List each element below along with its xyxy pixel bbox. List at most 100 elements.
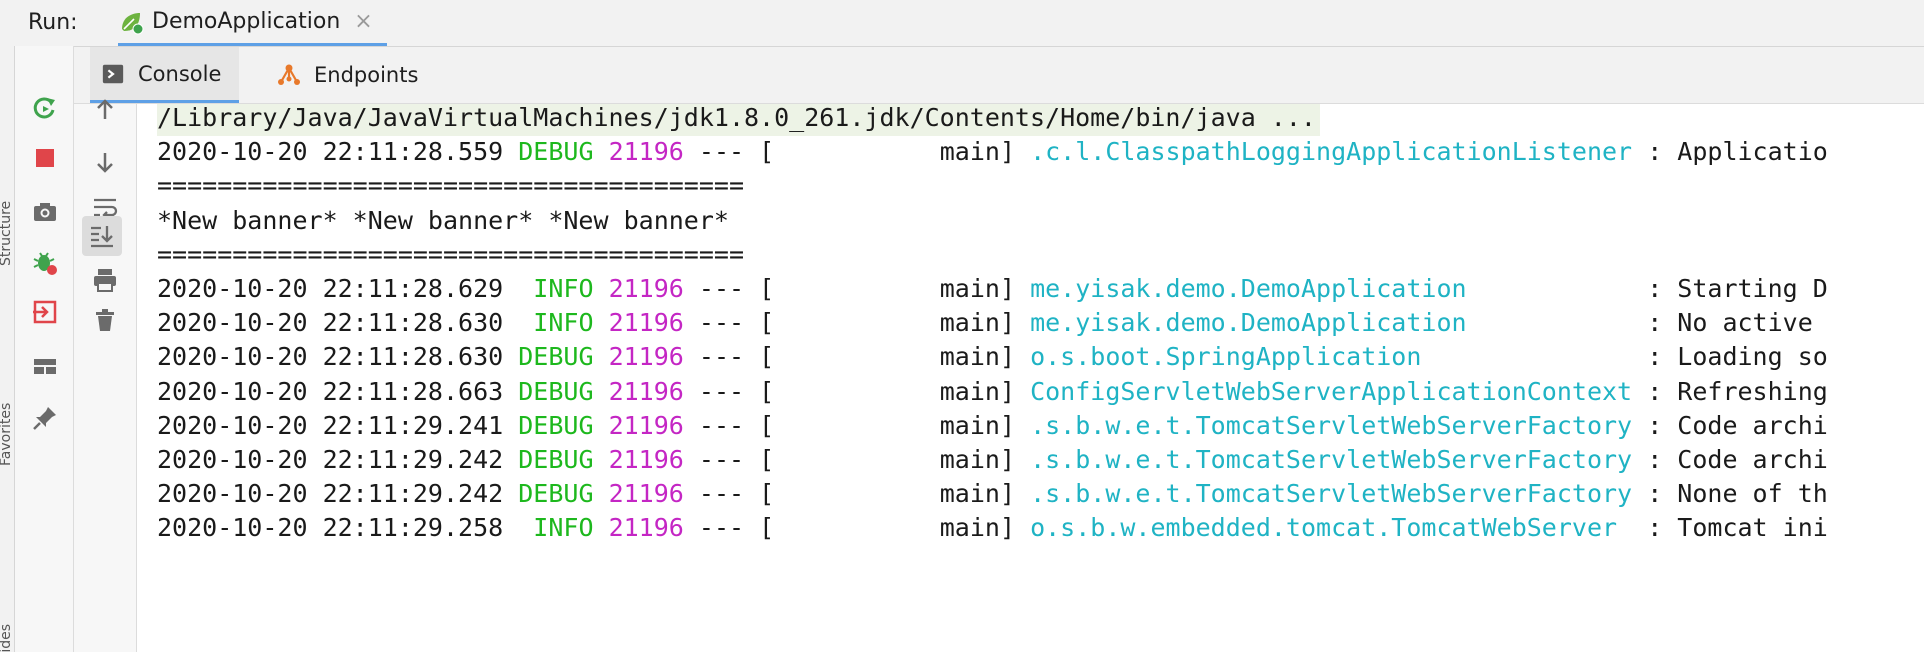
endpoints-icon bbox=[276, 62, 302, 88]
run-configuration-tab[interactable]: DemoApplication × bbox=[118, 0, 387, 46]
trash-icon[interactable] bbox=[89, 304, 121, 336]
log-separator: --- bbox=[698, 445, 745, 474]
log-logger: .c.l.ClasspathLoggingApplicationListener bbox=[1030, 137, 1633, 167]
banner-line: *New banner* *New banner* *New banner* bbox=[157, 205, 729, 235]
tab-endpoints[interactable]: Endpoints bbox=[266, 47, 428, 103]
print-icon[interactable] bbox=[89, 264, 121, 296]
up-arrow-icon[interactable] bbox=[89, 94, 121, 126]
log-timestamp: 2020-10-20 22:11:28.559 bbox=[157, 137, 504, 167]
log-line: 2020-10-20 22:11:29.242 DEBUG 21196 --- … bbox=[157, 476, 1828, 512]
log-line: 2020-10-20 22:11:28.630 INFO 21196 --- [… bbox=[157, 305, 1813, 341]
log-pid: 21196 bbox=[608, 342, 684, 372]
log-line: 2020-10-20 22:11:28.630 DEBUG 21196 --- … bbox=[157, 339, 1828, 375]
tab-endpoints-label: Endpoints bbox=[314, 63, 419, 87]
side-tool-strip: Structure Favorites ...ides bbox=[0, 46, 15, 652]
log-thread: [ main] bbox=[759, 308, 1015, 338]
log-message: : Loading so bbox=[1647, 342, 1828, 372]
log-logger: ConfigServletWebServerApplicationContext bbox=[1030, 376, 1633, 406]
log-line: 2020-10-20 22:11:28.629 INFO 21196 --- [… bbox=[157, 271, 1828, 307]
log-level: DEBUG bbox=[518, 342, 594, 372]
log-timestamp: 2020-10-20 22:11:29.258 bbox=[157, 513, 504, 543]
favorites-tool-label[interactable]: Favorites bbox=[0, 346, 14, 466]
log-level: INFO bbox=[518, 308, 594, 338]
close-icon[interactable]: × bbox=[354, 9, 372, 34]
log-level: DEBUG bbox=[518, 479, 594, 509]
log-line: 2020-10-20 22:11:28.663 DEBUG 21196 --- … bbox=[157, 374, 1828, 410]
log-line: 2020-10-20 22:11:29.258 INFO 21196 --- [… bbox=[157, 510, 1828, 546]
run-label: Run: bbox=[28, 10, 78, 35]
log-logger: .s.b.w.e.t.TomcatServletWebServerFactory bbox=[1030, 445, 1633, 474]
down-arrow-icon[interactable] bbox=[89, 146, 121, 178]
log-separator: --- bbox=[698, 410, 745, 440]
log-message: : Code archi bbox=[1647, 410, 1828, 440]
log-logger: .s.b.w.e.t.TomcatServletWebServerFactory bbox=[1030, 410, 1633, 440]
log-pid: 21196 bbox=[608, 513, 684, 543]
log-pid: 21196 bbox=[608, 137, 684, 167]
spring-boot-icon bbox=[118, 9, 144, 35]
scroll-to-end-icon[interactable] bbox=[82, 216, 122, 256]
log-timestamp: 2020-10-20 22:11:28.630 bbox=[157, 308, 504, 338]
command-line: /Library/Java/JavaVirtualMachines/jdk1.8… bbox=[157, 104, 1320, 136]
log-pid: 21196 bbox=[608, 445, 684, 474]
log-level: DEBUG bbox=[518, 410, 594, 440]
log-logger: o.s.b.w.embedded.tomcat.TomcatWebServer bbox=[1030, 513, 1633, 543]
log-thread: [ main] bbox=[759, 376, 1015, 406]
banner-line: ======================================= bbox=[157, 239, 744, 269]
log-message: : Refreshing bbox=[1647, 376, 1828, 406]
other-tool-label[interactable]: ...ides bbox=[0, 606, 14, 652]
run-tool-window-header: Run: DemoApplication × bbox=[0, 0, 1924, 47]
log-thread: [ main] bbox=[759, 410, 1015, 440]
banner-line: ======================================= bbox=[157, 171, 744, 201]
log-message: : Applicatio bbox=[1647, 137, 1828, 167]
log-pid: 21196 bbox=[608, 410, 684, 440]
log-line: 2020-10-20 22:11:29.241 DEBUG 21196 --- … bbox=[157, 408, 1828, 444]
log-timestamp: 2020-10-20 22:11:29.242 bbox=[157, 479, 504, 509]
log-level: INFO bbox=[518, 274, 594, 303]
log-logger: me.yisak.demo.DemoApplication bbox=[1030, 308, 1633, 338]
exit-icon[interactable] bbox=[29, 296, 61, 328]
log-thread: [ main] bbox=[759, 342, 1015, 372]
log-message: : No active bbox=[1647, 308, 1813, 338]
log-timestamp: 2020-10-20 22:11:29.242 bbox=[157, 445, 504, 474]
log-separator: --- bbox=[698, 376, 745, 406]
structure-tool-label[interactable]: Structure bbox=[0, 136, 14, 266]
tab-console-label: Console bbox=[138, 61, 222, 86]
run-tab-title: DemoApplication bbox=[152, 9, 341, 34]
log-level: INFO bbox=[518, 513, 594, 543]
log-timestamp: 2020-10-20 22:11:28.629 bbox=[157, 274, 504, 303]
console-icon bbox=[100, 61, 126, 87]
log-message: : Code archi bbox=[1647, 445, 1828, 474]
log-line: 2020-10-20 22:11:29.242 DEBUG 21196 --- … bbox=[157, 442, 1828, 478]
log-logger: me.yisak.demo.DemoApplication bbox=[1030, 274, 1633, 303]
rerun-icon[interactable] bbox=[29, 92, 61, 124]
pin-icon[interactable] bbox=[29, 402, 61, 434]
log-separator: --- bbox=[698, 513, 745, 543]
console-actions-toolbar bbox=[74, 99, 137, 652]
log-timestamp: 2020-10-20 22:11:28.630 bbox=[157, 342, 504, 372]
log-pid: 21196 bbox=[608, 308, 684, 338]
log-message: : Starting D bbox=[1647, 274, 1828, 303]
log-thread: [ main] bbox=[759, 274, 1015, 303]
log-pid: 21196 bbox=[608, 274, 684, 303]
log-separator: --- bbox=[698, 274, 745, 303]
camera-icon[interactable] bbox=[29, 196, 61, 228]
run-actions-toolbar bbox=[15, 46, 74, 652]
log-message: : Tomcat ini bbox=[1647, 513, 1828, 543]
log-separator: --- bbox=[698, 342, 745, 372]
log-thread: [ main] bbox=[759, 445, 1015, 474]
log-level: DEBUG bbox=[518, 137, 594, 167]
log-thread: [ main] bbox=[759, 137, 1015, 167]
log-level: DEBUG bbox=[518, 445, 594, 474]
log-logger: .s.b.w.e.t.TomcatServletWebServerFactory bbox=[1030, 479, 1633, 509]
log-pid: 21196 bbox=[608, 479, 684, 509]
debug-bug-icon[interactable] bbox=[29, 246, 61, 278]
log-line: 2020-10-20 22:11:28.559 DEBUG 21196 --- … bbox=[157, 134, 1828, 170]
log-logger: o.s.boot.SpringApplication bbox=[1030, 342, 1633, 372]
log-separator: --- bbox=[698, 479, 745, 509]
log-separator: --- bbox=[698, 137, 745, 167]
log-message: : None of th bbox=[1647, 479, 1828, 509]
console-output[interactable]: /Library/Java/JavaVirtualMachines/jdk1.8… bbox=[137, 104, 1924, 652]
layout-icon[interactable] bbox=[29, 350, 61, 382]
stop-icon[interactable] bbox=[29, 142, 61, 174]
log-thread: [ main] bbox=[759, 513, 1015, 543]
